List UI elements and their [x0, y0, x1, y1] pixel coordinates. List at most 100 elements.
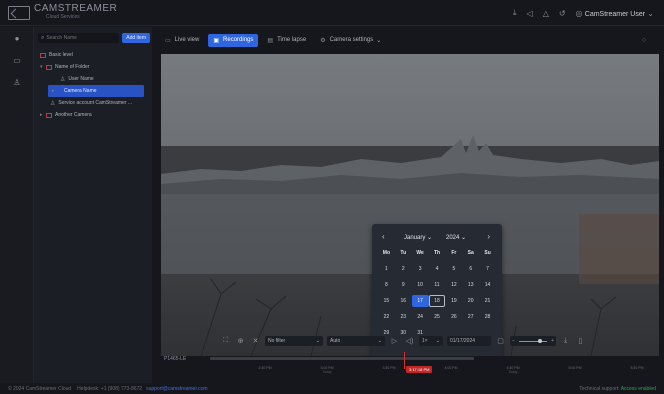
timeline[interactable]: P1465-LE 2:30 PM 3:00 PM Today 3:30 PM 4:… [160, 352, 660, 382]
weekday-header: Th [433, 250, 441, 256]
calendar-day[interactable]: 8 [378, 279, 395, 291]
app-root: CAMSTREAMER Cloud Services ⤓ ◁ △ ↺ ◎ Cam… [0, 0, 664, 394]
user-menu[interactable]: ◎ CamStreamer User ⌄ [576, 9, 654, 18]
alert-icon[interactable]: △ [543, 9, 549, 18]
footer: © 2024 CamStreamer Cloud Helpdesk: +1 (9… [0, 383, 664, 394]
calendar-day[interactable]: 3 [412, 263, 429, 275]
calendar-day[interactable]: 27 [462, 311, 479, 323]
zoom-slider[interactable]: − + [510, 336, 556, 346]
date-field[interactable]: 01/17/2024 [447, 336, 491, 346]
calendar-day[interactable]: 5 [445, 263, 462, 275]
tab-live-view[interactable]: ▭ Live view [160, 34, 204, 47]
filter-select[interactable]: No filter ⌄ [265, 336, 323, 346]
calendar-day[interactable]: 16 [395, 295, 412, 307]
megaphone-icon[interactable]: ◁ [527, 9, 533, 18]
tab-recordings[interactable]: ▣ Recordings [208, 33, 259, 47]
close-icon[interactable]: ✕ [250, 336, 261, 347]
users-nav-icon[interactable]: ♙ [0, 71, 34, 93]
zoom-out-icon[interactable]: − [512, 338, 515, 344]
calendar-day[interactable]: 6 [462, 263, 479, 275]
date-value: 01/17/2024 [450, 338, 476, 344]
folder-icon [46, 64, 52, 70]
calendar-day[interactable]: 21 [479, 295, 496, 307]
support-label: Technical support: [579, 386, 620, 392]
timeline-tick: 5:00 PM [568, 366, 582, 370]
calendar-day[interactable]: 18 [428, 295, 446, 307]
timeline-track[interactable] [210, 357, 474, 360]
timeline-tick: 5:30 PM [630, 366, 644, 370]
calendar-day[interactable]: 14 [479, 279, 496, 291]
delete-icon[interactable]: ▯ [575, 336, 586, 347]
calendar-day[interactable]: 9 [395, 279, 412, 291]
tree-item-service-account[interactable]: ♙ Service account CamStreamer ... [34, 97, 152, 109]
settings-circle-icon[interactable]: ○ [642, 37, 646, 44]
tree-item-folder[interactable]: ▾ Name of Folder [34, 61, 152, 73]
speed-select[interactable]: 1× ⌄ [419, 336, 443, 346]
user-icon: ♙ [50, 100, 56, 107]
calendar-day[interactable]: 15 [378, 295, 395, 307]
calendar-day[interactable]: 7 [479, 263, 496, 275]
download-icon[interactable]: ⤓ [513, 8, 517, 18]
chevron-left-icon[interactable]: ‹ [382, 232, 385, 241]
calendar-icon[interactable]: ▢ [495, 336, 506, 347]
nav-rail: ● ▭ ♙ [0, 27, 34, 383]
add-item-button[interactable]: Add item [122, 33, 150, 43]
calendar-day[interactable]: 28 [479, 311, 496, 323]
calendar-day[interactable]: 19 [445, 295, 462, 307]
tree-item-another-camera[interactable]: ▸ Another Camera [34, 109, 152, 121]
volume-icon[interactable]: ◁) [404, 336, 415, 347]
footer-copyright: © 2024 CamStreamer Cloud [8, 385, 72, 392]
calendar-day[interactable]: 1 [378, 263, 395, 275]
support-status[interactable]: Access enabled [621, 386, 656, 392]
weekday-header: Sa [467, 250, 474, 256]
zoom-in-icon[interactable]: + [551, 338, 554, 344]
dashboard-icon[interactable]: ● [0, 27, 34, 49]
calendar-day[interactable]: 20 [462, 295, 479, 307]
quality-select[interactable]: Auto ⌄ [327, 336, 385, 346]
zoom-slider-knob[interactable] [538, 339, 542, 343]
chevron-right-icon[interactable]: › [487, 232, 490, 241]
timeline-cursor[interactable] [404, 352, 405, 369]
tree-item-label: Name of Folder [55, 64, 90, 70]
calendar-day[interactable]: 26 [445, 311, 462, 323]
calendar-day[interactable]: 22 [378, 311, 395, 323]
history-icon[interactable]: ↺ [559, 9, 566, 18]
tab-label: Camera settings [329, 37, 374, 43]
tree-item-camera-selected[interactable]: ▸ Camera Name [48, 85, 144, 97]
tree-item-user[interactable]: ♙ User Name [34, 73, 152, 85]
calendar-day[interactable]: 2 [395, 263, 412, 275]
search-input[interactable] [46, 35, 107, 41]
calendar-day[interactable]: 4 [429, 263, 446, 275]
main-panel: ▭ Live view ▣ Recordings ▤ Time lapse ⚙ … [160, 27, 660, 383]
calendar-day[interactable]: 11 [429, 279, 446, 291]
tab-label: Live view [174, 37, 200, 43]
zoom-icon[interactable]: ⊕ [235, 336, 246, 347]
month-select[interactable]: January ⌄ [404, 234, 432, 241]
calendar-day[interactable]: 17 [411, 295, 429, 307]
playback-controls: ⛶ ⊕ ✕ No filter ⌄ Auto ⌄ ▷ ◁) 1× ⌄ 01/17… [220, 334, 660, 348]
video-player[interactable]: ‹ January ⌄ 2024 ⌄ › Mo Tu We Th Fr Sa Su 1 2 3 4 5… [161, 54, 659, 356]
tab-camera-settings[interactable]: ⚙ Camera settings ⌄ [315, 34, 386, 47]
calendar-day[interactable]: 24 [412, 311, 429, 323]
timeline-tick: 3:00 PM Today [320, 366, 334, 374]
download-clip-icon[interactable]: ⤓ [560, 336, 571, 347]
year-select[interactable]: 2024 ⌄ [446, 234, 466, 241]
tree-item-label: Service account CamStreamer ... [58, 100, 133, 106]
calendar-grid: Mo Tu We Th Fr Sa Su 1 2 3 4 5 6 7 8 9 10 11 12 13 14 15 16 17 1… [378, 247, 496, 339]
camera-nav-icon[interactable]: ▭ [0, 49, 34, 71]
tree-item-basic-level[interactable]: Basic level [34, 49, 152, 61]
calendar-day[interactable]: 10 [412, 279, 429, 291]
timeline-cursor-label: 3:17:18 PM [406, 366, 433, 373]
footer-email-link[interactable]: support@camstreamer.com [146, 386, 207, 392]
play-icon[interactable]: ▷ [389, 336, 400, 347]
tab-time-lapse[interactable]: ▤ Time lapse [262, 34, 311, 47]
calendar-day[interactable]: 25 [429, 311, 446, 323]
fullscreen-icon[interactable]: ⛶ [220, 336, 231, 347]
chevron-right-icon[interactable]: ▸ [52, 88, 58, 94]
calendar-day[interactable]: 12 [445, 279, 462, 291]
zoom-slider-track [519, 341, 547, 342]
folder-icon [40, 52, 46, 58]
calendar-day[interactable]: 13 [462, 279, 479, 291]
logo[interactable]: CAMSTREAMER Cloud Services [8, 4, 117, 21]
calendar-day[interactable]: 23 [395, 311, 412, 323]
